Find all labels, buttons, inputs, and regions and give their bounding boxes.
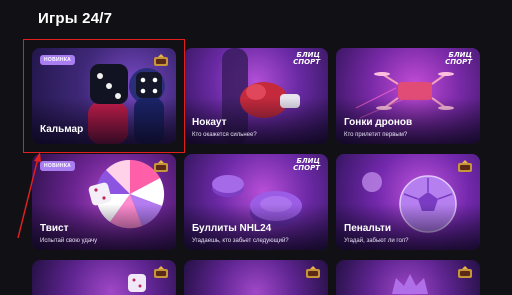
card-title: Буллиты NHL24 <box>192 223 272 234</box>
card-subtitle: Кто окажется сильнее? <box>192 132 257 138</box>
game-logo-icon <box>154 54 168 66</box>
new-badge: НОВИНКА <box>40 55 76 65</box>
card-title: Гонки дронов <box>344 117 413 128</box>
game-card-row3-2[interactable] <box>184 260 328 295</box>
card-subtitle: Испытай свою удачу <box>40 238 98 244</box>
card-subtitle: Кто прилетит первым? <box>344 132 408 138</box>
card-subtitle: Угадаешь, кто забьет следующий? <box>192 238 289 244</box>
game-card-nokaut[interactable]: БЛИЦ СПОРТ Нокаут Кто окажется сильнее? <box>184 48 328 144</box>
annotation-arrow <box>17 152 41 239</box>
card-title: Пенальти <box>344 223 392 234</box>
section-title: Игры 24/7 <box>38 10 113 27</box>
game-logo-icon <box>458 266 472 278</box>
game-card-gonki-dronov[interactable]: БЛИЦ СПОРТ Гонки дронов Кто прилетит перв… <box>336 48 480 144</box>
blitz-sport-logo: БЛИЦ СПОРТ <box>293 51 320 66</box>
game-card-row3-3[interactable] <box>336 260 480 295</box>
game-logo-icon <box>306 266 320 278</box>
game-logo-icon <box>154 266 168 278</box>
card-title: Твист <box>40 223 69 234</box>
blitz-sport-logo: БЛИЦ СПОРТ <box>293 157 320 172</box>
card-title: Кальмар <box>40 124 84 135</box>
game-card-bullity-nhl24[interactable]: БЛИЦ СПОРТ Буллиты NHL24 Угадаешь, кто за… <box>184 154 328 250</box>
card-subtitle: Угадай, забьют ли гол? <box>344 238 409 244</box>
game-logo-icon <box>458 160 472 172</box>
game-card-kalmar[interactable]: НОВИНКА Кальмар <box>32 48 176 144</box>
game-logo-icon <box>154 160 168 172</box>
card-title: Нокаут <box>192 117 227 128</box>
blitz-sport-logo: БЛИЦ СПОРТ <box>445 51 472 66</box>
game-card-tvist[interactable]: НОВИНКА Твист Испытай свою удачу <box>32 154 176 250</box>
game-card-row3-1[interactable] <box>32 260 176 295</box>
game-card-penalti[interactable]: Пенальти Угадай, забьют ли гол? <box>336 154 480 250</box>
new-badge: НОВИНКА <box>40 161 76 171</box>
